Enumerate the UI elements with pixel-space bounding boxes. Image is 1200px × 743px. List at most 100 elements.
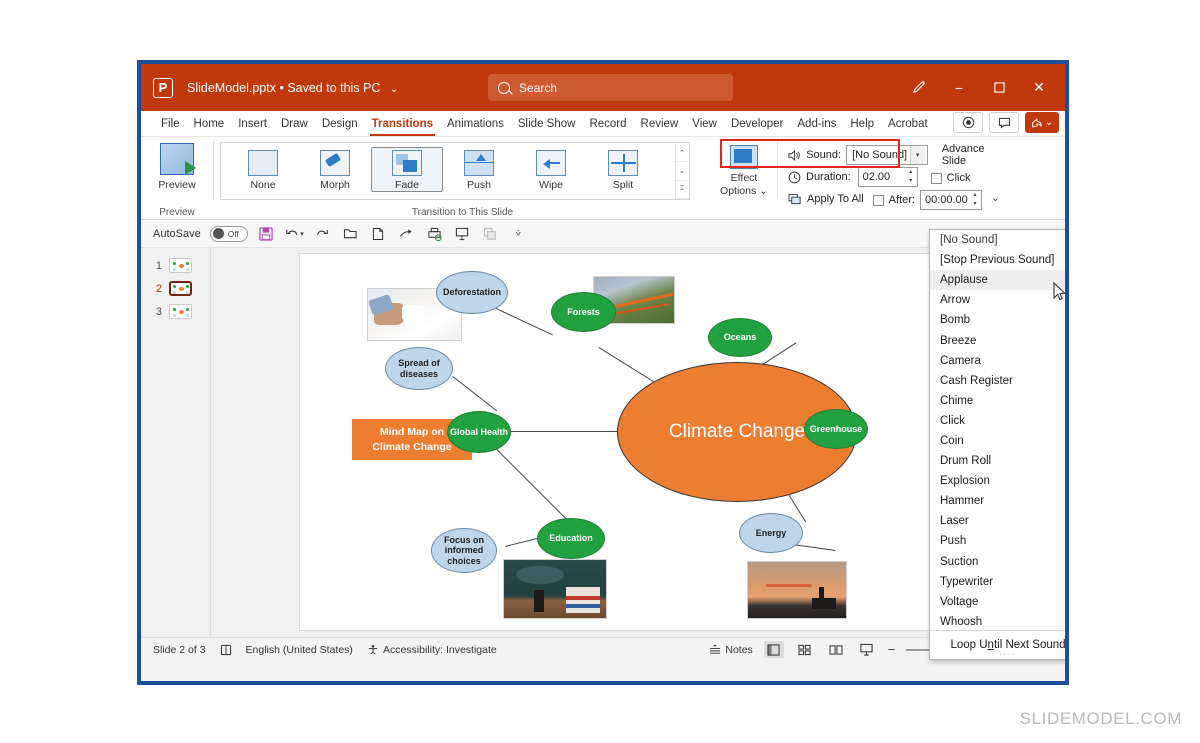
dropdown-item-breeze[interactable]: Breeze (930, 330, 1065, 350)
share-button[interactable]: ⌄ (1025, 112, 1059, 133)
dropdown-item-explosion[interactable]: Explosion (930, 471, 1065, 491)
more-commands-icon[interactable]: ⩒ (509, 224, 528, 243)
node-spread-of-diseases[interactable]: Spread of diseases (385, 347, 453, 390)
zoom-out-button[interactable]: − (888, 642, 896, 657)
gallery-scroll-down-button[interactable]: ⌄ (676, 162, 688, 181)
autosave-toggle[interactable]: Off (209, 225, 248, 242)
transition-split[interactable]: Split (587, 147, 659, 192)
comment-icon[interactable] (989, 112, 1019, 133)
slide-thumbnail-3[interactable]: 3 (141, 300, 210, 323)
on-mouse-click-checkbox[interactable] (930, 172, 942, 184)
dropdown-item-hammer[interactable]: Hammer (930, 491, 1065, 511)
preview-button[interactable]: Preview (141, 179, 213, 191)
gallery-scrollbar[interactable]: ⌃ ⌄ ⌶ (675, 144, 688, 199)
sound-dropdown-menu[interactable]: [No Sound] [Stop Previous Sound] Applaus… (929, 229, 1065, 660)
dropdown-item-suction[interactable]: Suction (930, 552, 1065, 572)
sound-combobox[interactable]: [No Sound] ▾ (846, 145, 928, 165)
slide-thumbnail-1[interactable]: 1 (141, 254, 210, 277)
tab-help[interactable]: Help (843, 115, 881, 133)
dropdown-item-bomb[interactable]: Bomb (930, 310, 1065, 330)
advance-after-row[interactable]: After: 00:00.00 ▴ ▾ (872, 190, 982, 210)
print-icon[interactable] (425, 224, 444, 243)
normal-view-icon[interactable] (763, 641, 784, 658)
node-deforestation[interactable]: Deforestation (436, 271, 508, 314)
transition-wipe[interactable]: Wipe (515, 147, 587, 192)
tab-animations[interactable]: Animations (440, 115, 511, 133)
dropdown-item-coin[interactable]: Coin (930, 431, 1065, 451)
dropdown-resize-grip[interactable]: ···· (930, 651, 1065, 658)
effect-options-button[interactable]: Effect Options ⌄ (711, 172, 777, 198)
accessibility-status[interactable]: Accessibility: Investigate (367, 644, 497, 656)
dropdown-item-push[interactable]: Push (930, 531, 1065, 551)
pen-icon[interactable] (899, 72, 939, 104)
node-focus-on-informed-choices[interactable]: Focus on informed choices (431, 528, 497, 573)
preview-icon[interactable] (160, 143, 196, 175)
reading-view-icon[interactable] (826, 641, 846, 658)
classroom-books-chalkboard-photo[interactable] (503, 559, 607, 619)
chevron-down-icon[interactable]: ⌄ (390, 84, 398, 95)
transition-morph[interactable]: Morph (299, 147, 371, 192)
slideshow-icon[interactable] (857, 641, 877, 658)
dropdown-item-chime[interactable]: Chime (930, 391, 1065, 411)
spinner-arrows[interactable]: ▴ ▾ (969, 191, 981, 209)
transition-fade[interactable]: Fade (371, 147, 443, 192)
node-forests[interactable]: Forests (551, 292, 616, 332)
maximize-button[interactable] (979, 72, 1019, 104)
open-folder-icon[interactable] (341, 224, 360, 243)
transition-none[interactable]: None (227, 147, 299, 192)
dropdown-item-laser[interactable]: Laser (930, 511, 1065, 531)
industry-sunset-smokestack-photo[interactable] (747, 561, 847, 619)
tab-view[interactable]: View (685, 115, 724, 133)
dropdown-item-stop-previous-sound[interactable]: [Stop Previous Sound] (930, 250, 1065, 270)
tab-acrobat[interactable]: Acrobat (881, 115, 935, 133)
document-title[interactable]: SlideModel.pptx • Saved to this PC ⌄ (187, 81, 398, 95)
tab-transitions[interactable]: Transitions (365, 115, 440, 136)
duration-spinner[interactable]: 02.00 ▴ ▾ (857, 167, 918, 187)
new-file-icon[interactable] (369, 224, 388, 243)
language-indicator[interactable]: English (United States) (246, 644, 353, 656)
dropdown-item-camera[interactable]: Camera (930, 351, 1065, 371)
tab-draw[interactable]: Draw (274, 115, 315, 133)
save-icon[interactable] (257, 224, 276, 243)
record-icon[interactable] (953, 112, 983, 133)
after-spinner[interactable]: 00:00.00 ▴ ▾ (919, 190, 982, 210)
tab-record[interactable]: Record (582, 115, 633, 133)
duplicate-icon[interactable] (481, 224, 500, 243)
redo-icon[interactable] (313, 224, 332, 243)
advance-on-click-row[interactable]: Click (930, 172, 970, 184)
tab-developer[interactable]: Developer (724, 115, 790, 133)
tab-add-ins[interactable]: Add-ins (790, 115, 843, 133)
tab-review[interactable]: Review (634, 115, 686, 133)
notes-button[interactable]: Notes (709, 644, 753, 656)
tab-file[interactable]: File (154, 115, 187, 133)
close-button[interactable]: ✕ (1019, 72, 1059, 104)
slide-thumbnail-2[interactable]: 2 (141, 277, 210, 300)
dropdown-item-arrow[interactable]: Arrow (930, 290, 1065, 310)
dropdown-item-click[interactable]: Click (930, 411, 1065, 431)
collapse-ribbon-button[interactable]: ⌄ (991, 191, 1000, 204)
chevron-down-icon[interactable]: ⌄ (759, 185, 768, 197)
undo-icon[interactable]: ▾ (285, 224, 304, 243)
node-oceans[interactable]: Oceans (708, 318, 772, 357)
search-input[interactable]: Search (488, 74, 733, 101)
node-greenhouse[interactable]: Greenhouse (804, 409, 868, 449)
dropdown-item-cash-register[interactable]: Cash Register (930, 371, 1065, 391)
tab-home[interactable]: Home (187, 115, 232, 133)
tab-insert[interactable]: Insert (231, 115, 274, 133)
chevron-down-icon[interactable]: ▾ (909, 146, 925, 164)
dropdown-item-whoosh[interactable]: Whoosh (930, 612, 1065, 632)
apply-to-all-button[interactable]: Apply To All (807, 193, 864, 205)
dropdown-item-drum-roll[interactable]: Drum Roll (930, 451, 1065, 471)
dropdown-item-applause[interactable]: Applause (930, 270, 1065, 291)
tab-design[interactable]: Design (315, 115, 365, 133)
minimize-button[interactable]: − (939, 72, 979, 104)
effect-options-icon[interactable] (730, 145, 758, 169)
start-from-current-icon[interactable] (397, 224, 416, 243)
gallery-scroll-up-button[interactable]: ⌃ (676, 144, 688, 163)
tab-slide-show[interactable]: Slide Show (511, 115, 583, 133)
node-energy[interactable]: Energy (739, 513, 803, 553)
gallery-more-button[interactable]: ⌶ (676, 181, 688, 199)
transition-push[interactable]: Push (443, 147, 515, 192)
dropdown-item-no-sound[interactable]: [No Sound] (930, 230, 1065, 250)
notes-page-icon[interactable] (220, 644, 232, 656)
